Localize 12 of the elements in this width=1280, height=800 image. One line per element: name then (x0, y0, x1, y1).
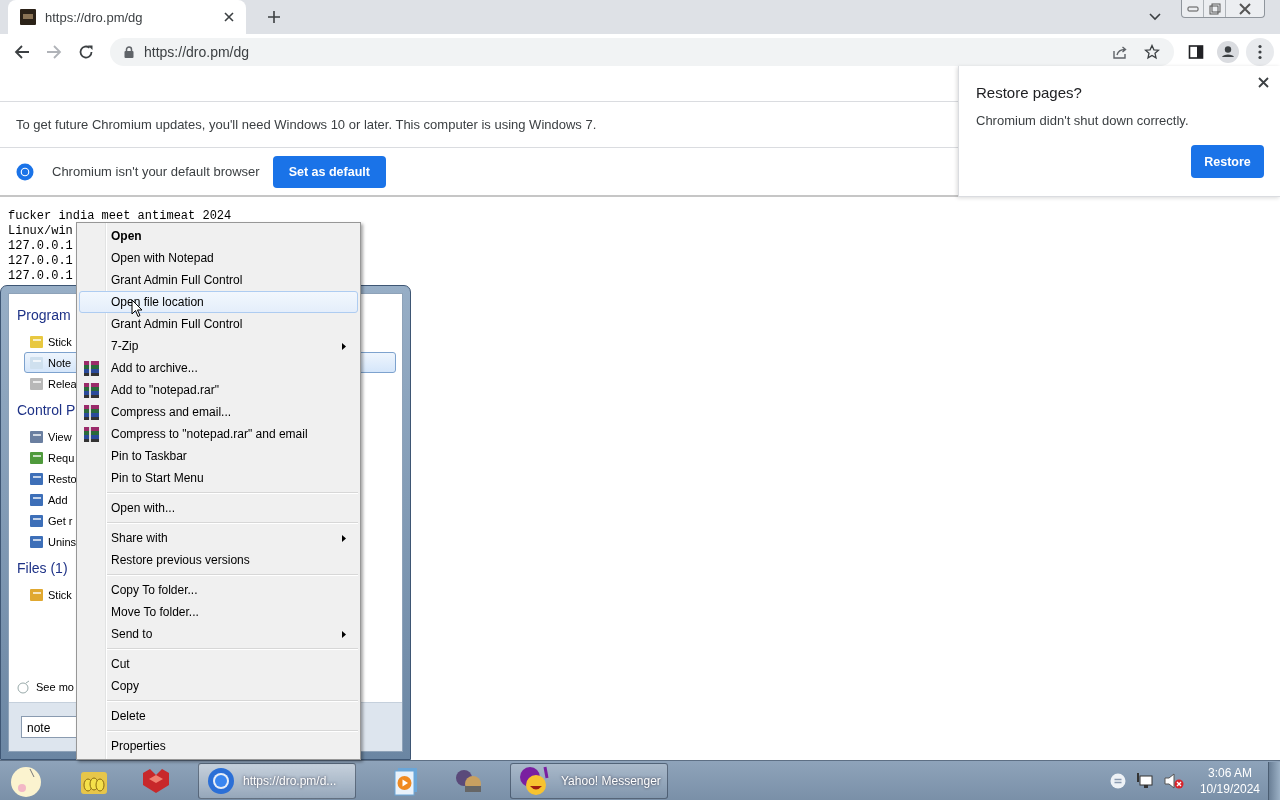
page-text-line: 127.0.0.1 (8, 269, 73, 284)
page-text-line: Linux/win (8, 224, 73, 239)
section-header: Control P (17, 401, 76, 420)
page-text-line: 127.0.0.1 (8, 254, 73, 269)
infobar-message: To get future Chromium updates, you'll need Windows 10 or later. This computer is using Windows 7. (16, 117, 597, 132)
section-header: Program (17, 306, 71, 325)
popup-title: Restore pages? (976, 84, 1082, 101)
section-header: Files (1) (17, 559, 68, 578)
page-text-line: 127.0.0.1 (8, 239, 73, 254)
popup-message: Chromium didn't shut down correctly. (976, 113, 1189, 128)
page-text-line: fucker india meet antimeat 2024 (8, 209, 232, 224)
infobar-message: Chromium isn't your default browser (52, 164, 260, 179)
